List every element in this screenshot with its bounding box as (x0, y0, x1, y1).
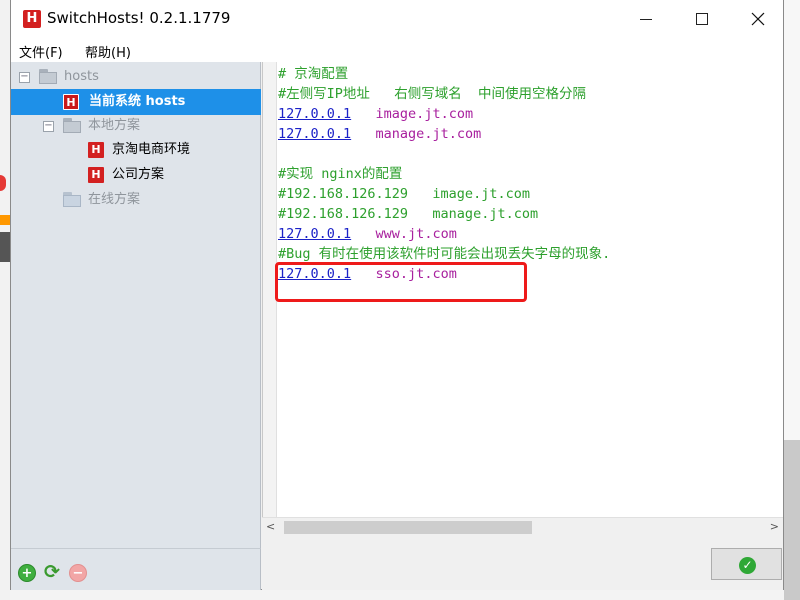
menu-file[interactable]: 文件(F) (19, 42, 63, 61)
tree-node-local-schemes[interactable]: − 本地方案 (11, 114, 261, 138)
add-scheme-button[interactable]: + (18, 564, 36, 582)
comment-text: #192.168.126.129 image.jt.com (278, 186, 530, 202)
code-line[interactable]: # 京淘配置 (278, 64, 610, 84)
code-line[interactable]: #实现 nginx的配置 (278, 164, 610, 184)
minimize-button[interactable] (623, 0, 669, 38)
code-line[interactable]: 127.0.0.1 www.jt.com (278, 224, 610, 244)
domain-name: image.jt.com (375, 106, 474, 122)
editor-code[interactable]: # 京淘配置 #左侧写IP地址 右侧写域名 中间使用空格分隔 127.0.0.1 i… (278, 64, 610, 284)
close-icon (751, 12, 765, 26)
code-line[interactable]: 127.0.0.1 manage.jt.com (278, 124, 610, 144)
collapse-toggle-icon[interactable]: − (19, 72, 30, 83)
ip-address: 127.0.0.1 (278, 126, 352, 142)
tree-node-label: hosts (64, 69, 99, 84)
minimize-icon (640, 19, 652, 20)
horizontal-scrollbar[interactable]: < > (262, 517, 783, 537)
hosts-file-icon: H (63, 94, 79, 110)
code-line[interactable] (278, 144, 610, 164)
folder-icon (63, 118, 81, 133)
background-dark-shape (0, 232, 10, 262)
refresh-button[interactable]: ⟳ (43, 563, 61, 582)
title-bar[interactable]: H SwitchHosts! 0.2.1.1779 (11, 0, 783, 38)
bottom-bar: ✓ (262, 537, 783, 590)
switchhosts-window: H SwitchHosts! 0.2.1.1779 文件(F) 帮助(H) − … (10, 0, 784, 590)
scroll-right-icon[interactable]: > (770, 520, 779, 533)
code-line[interactable]: #Bug 有时在使用该软件时可能会出现丢失字母的现象. (278, 244, 610, 264)
collapse-toggle-icon[interactable]: − (43, 121, 54, 132)
background-desktop-right (784, 0, 800, 600)
red-annotation-box (275, 262, 527, 302)
code-line[interactable]: 127.0.0.1 image.jt.com (278, 104, 610, 124)
comment-text: #左侧写IP地址 右侧写域名 中间使用空格分隔 (278, 86, 587, 102)
domain-name: www.jt.com (375, 226, 457, 242)
maximize-icon (696, 13, 708, 25)
scroll-thumb[interactable] (284, 521, 532, 534)
code-line[interactable]: #左侧写IP地址 右侧写域名 中间使用空格分隔 (278, 84, 610, 104)
sidebar-toolbar: + ⟳ − (11, 548, 261, 590)
whitespace-separator (351, 226, 375, 242)
whitespace-separator (351, 126, 375, 142)
tree-node-hosts[interactable]: − hosts (11, 65, 261, 89)
maximize-button[interactable] (679, 0, 725, 38)
background-orange-shape (0, 215, 10, 225)
tree-node-online-schemes[interactable]: 在线方案 (11, 188, 261, 212)
domain-name: manage.jt.com (375, 126, 482, 142)
tree-node-jd-ecommerce[interactable]: H 京淘电商环境 (11, 138, 261, 162)
background-desktop-left (0, 0, 10, 600)
apply-button[interactable]: ✓ (711, 548, 782, 580)
tree-node-label: 京淘电商环境 (112, 142, 191, 157)
tree-node-label: 本地方案 (88, 118, 141, 133)
ip-address: 127.0.0.1 (278, 226, 352, 242)
code-line[interactable]: #192.168.126.129 manage.jt.com (278, 204, 610, 224)
remove-scheme-button[interactable]: − (69, 564, 87, 582)
comment-text: #Bug 有时在使用该软件时可能会出现丢失字母的现象. (278, 246, 611, 262)
window-title: SwitchHosts! 0.2.1.1779 (47, 9, 231, 27)
scroll-left-icon[interactable]: < (266, 520, 275, 533)
menu-bar: 文件(F) 帮助(H) (11, 38, 783, 62)
tree-node-label: 公司方案 (112, 167, 165, 182)
check-icon: ✓ (739, 557, 756, 574)
app-logo-icon: H (23, 10, 41, 28)
menu-help[interactable]: 帮助(H) (85, 42, 131, 61)
tree-node-label: 在线方案 (88, 192, 141, 207)
background-gray-strip (784, 440, 800, 600)
whitespace-separator (351, 106, 375, 122)
code-line[interactable]: #192.168.126.129 image.jt.com (278, 184, 610, 204)
ip-address: 127.0.0.1 (278, 106, 352, 122)
tree-node-company-scheme[interactable]: H 公司方案 (11, 163, 261, 187)
hosts-file-icon: H (88, 142, 104, 158)
tree-node-label: 当前系统 hosts (89, 94, 186, 109)
folder-icon (39, 69, 57, 84)
hosts-file-icon: H (88, 167, 104, 183)
folder-icon (63, 192, 81, 207)
comment-text: #192.168.126.129 manage.jt.com (278, 206, 539, 222)
tree-node-current-system-hosts[interactable]: H 当前系统 hosts (11, 89, 261, 115)
sidebar-tree: − hosts H 当前系统 hosts − 本地方案 H 京淘电商环境 H 公… (11, 62, 261, 548)
comment-text: #实现 nginx的配置 (278, 166, 403, 182)
background-red-shape (0, 175, 6, 191)
comment-text: # 京淘配置 (278, 66, 349, 82)
close-button[interactable] (735, 0, 781, 38)
